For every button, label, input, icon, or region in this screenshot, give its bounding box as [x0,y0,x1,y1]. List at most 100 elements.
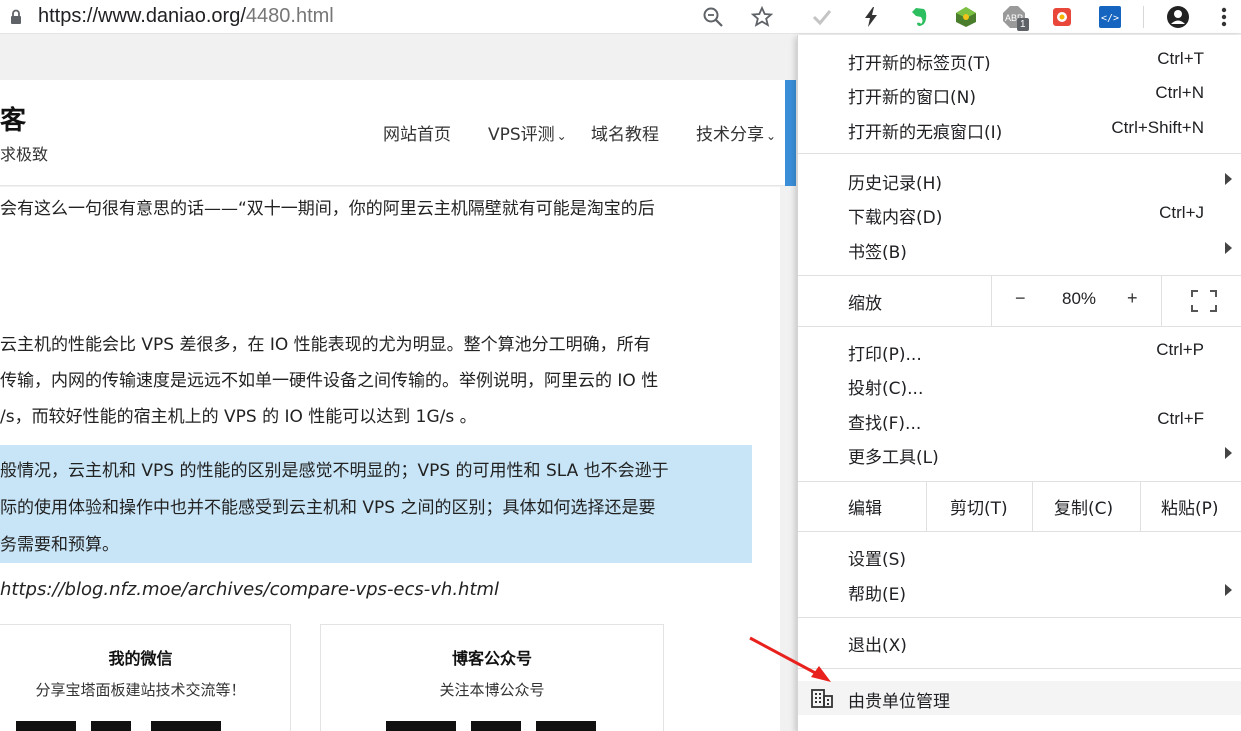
bookmark-star-icon[interactable] [749,4,775,30]
menu-item-settings[interactable]: 设置(S) [798,539,1241,573]
menu-separator [798,531,1241,532]
article-line: 传输，内网的传输速度是远远不如单一硬件设备之间传输的。举例说明，阿里云的 IO … [0,371,659,391]
menu-item-history[interactable]: 历史记录(H) [798,163,1241,197]
submenu-arrow-icon [1225,584,1232,596]
qr-code-image [471,721,521,731]
menu-label: 查找(F)... [848,414,922,434]
menu-label: 历史记录(H) [848,174,943,194]
site-title[interactable]: 客 [0,100,26,137]
menu-cell-separator [1161,276,1162,326]
menu-item-bookmarks[interactable]: 书签(B) [798,232,1241,266]
menu-label: 设置(S) [848,550,907,570]
extension-badge: 1 [1017,18,1029,31]
copy-button[interactable]: 复制(C) [1054,494,1113,519]
qr-code-image [536,721,596,731]
menu-label: 帮助(E) [848,585,907,605]
menu-item-more-tools[interactable]: 更多工具(L) [798,437,1241,471]
menu-separator [798,326,1241,327]
submenu-arrow-icon [1225,173,1232,185]
zoom-icon[interactable] [700,4,726,30]
quote-line: 务需要和预算。 [0,535,119,555]
menu-label: 更多工具(L) [848,448,939,468]
menu-item-find[interactable]: 查找(F)... Ctrl+F [798,403,1241,437]
menu-cell-separator [991,276,992,326]
menu-separator [798,617,1241,618]
menu-shortcut: Ctrl+J [1159,203,1204,222]
menu-item-help[interactable]: 帮助(E) [798,574,1241,608]
nav-item-tech[interactable]: 技术分享 ⌄ [696,120,776,145]
nav-label: 域名教程 [591,125,659,145]
header-accent-strip [785,80,796,186]
zoom-level: 80% [1062,289,1097,308]
nav-label: VPS评测 [488,125,555,145]
browser-toolbar: https://www.daniao.org/4480.html ABP 1 <… [0,0,1241,34]
nav-item-vps[interactable]: VPS评测 ⌄ [488,120,567,145]
menu-zoom-row: 缩放 − 80% + [798,276,1241,326]
menu-item-exit[interactable]: 退出(X) [798,625,1241,659]
article-line: /s，而较好性能的宿主机上的 VPS 的 IO 性能可以达到 1G/s 。 [0,407,477,427]
card-desc: 分享宝塔面板建站技术交流等！ [35,681,246,699]
chevron-down-icon: ⌄ [766,129,777,143]
menu-shortcut: Ctrl+T [1157,49,1204,68]
building-icon [811,688,833,712]
extension-icon[interactable] [1049,4,1075,30]
menu-label: 由贵单位管理 [848,692,950,712]
menu-label: 打开新的窗口(N) [848,88,976,108]
menu-item-incognito[interactable]: 打开新的无痕窗口(I) Ctrl+Shift+N [798,112,1241,146]
official-account-card: 博客公众号 关注本博公众号 [320,624,664,731]
menu-item-new-window[interactable]: 打开新的窗口(N) Ctrl+N [798,77,1241,111]
qr-code-image [151,721,221,731]
card-title: 博客公众号 [451,649,532,668]
checkmark-extension-icon[interactable] [809,4,835,30]
cut-button[interactable]: 剪切(T) [950,494,1008,519]
nav-item-domain[interactable]: 域名教程 [591,120,659,145]
menu-item-print[interactable]: 打印(P)... Ctrl+P [798,334,1241,368]
fullscreen-icon[interactable] [1191,290,1217,316]
qr-code-image [91,721,131,731]
menu-label: 投射(C)... [848,379,924,399]
article-line: 会有这么一句很有意思的话——“双十一期间，你的阿里云主机隔壁就有可能是淘宝的后 [0,199,655,219]
menu-label: 退出(X) [848,636,907,656]
menu-label: 打开新的无痕窗口(I) [848,123,1003,143]
menu-shortcut: Ctrl+F [1157,409,1204,428]
chrome-main-menu: 打开新的标签页(T) Ctrl+T 打开新的窗口(N) Ctrl+N 打开新的无… [797,35,1241,731]
evernote-extension-icon[interactable] [906,4,932,30]
menu-item-cast[interactable]: 投射(C)... [798,368,1241,402]
address-bar[interactable]: https://www.daniao.org/4480.html [38,5,334,28]
globe-extension-icon[interactable] [953,4,979,30]
nav-item-home[interactable]: 网站首页 [383,120,451,145]
menu-label: 打开新的标签页(T) [848,54,991,74]
quote-line: 际的使用体验和操作中也并不能感受到云主机和 VPS 之间的区别；具体如何选择还是… [0,498,656,518]
code-extension-icon[interactable]: </> [1097,4,1123,30]
url-path: 4480.html [245,5,334,27]
menu-separator [798,668,1241,669]
menu-shortcut: Ctrl+N [1155,83,1204,102]
annotation-arrow-icon [749,636,831,682]
card-title: 我的微信 [108,649,173,668]
submenu-arrow-icon [1225,447,1232,459]
wechat-card: 我的微信 分享宝塔面板建站技术交流等！ [0,624,291,731]
menu-label: 打印(P)... [848,345,922,365]
source-link[interactable]: https://blog.nfz.moe/archives/compare-vp… [0,579,499,600]
zoom-out-button[interactable]: − [1015,288,1026,309]
menu-item-new-tab[interactable]: 打开新的标签页(T) Ctrl+T [798,43,1241,77]
menu-shortcut: Ctrl+P [1156,340,1204,359]
menu-separator [798,153,1241,154]
zoom-in-button[interactable]: + [1127,288,1138,309]
page-background [0,35,797,80]
menu-cell-separator [1140,481,1141,531]
paste-button[interactable]: 粘贴(P) [1161,494,1219,519]
menu-edit-row: 编辑 剪切(T) 复制(C) 粘贴(P) [798,481,1241,531]
menu-cell-separator [926,481,927,531]
qr-code-image [386,721,456,731]
lightning-extension-icon[interactable] [858,4,884,30]
edit-label: 编辑 [848,499,882,519]
more-menu-icon[interactable] [1211,4,1237,30]
menu-item-downloads[interactable]: 下载内容(D) Ctrl+J [798,197,1241,231]
menu-label: 下载内容(D) [848,208,943,228]
profile-icon[interactable] [1165,4,1191,30]
menu-cell-separator [1032,481,1033,531]
menu-item-managed-by-organization[interactable]: 由贵单位管理 [798,681,1241,715]
chevron-down-icon: ⌄ [556,129,567,143]
nav-label: 网站首页 [383,125,451,145]
